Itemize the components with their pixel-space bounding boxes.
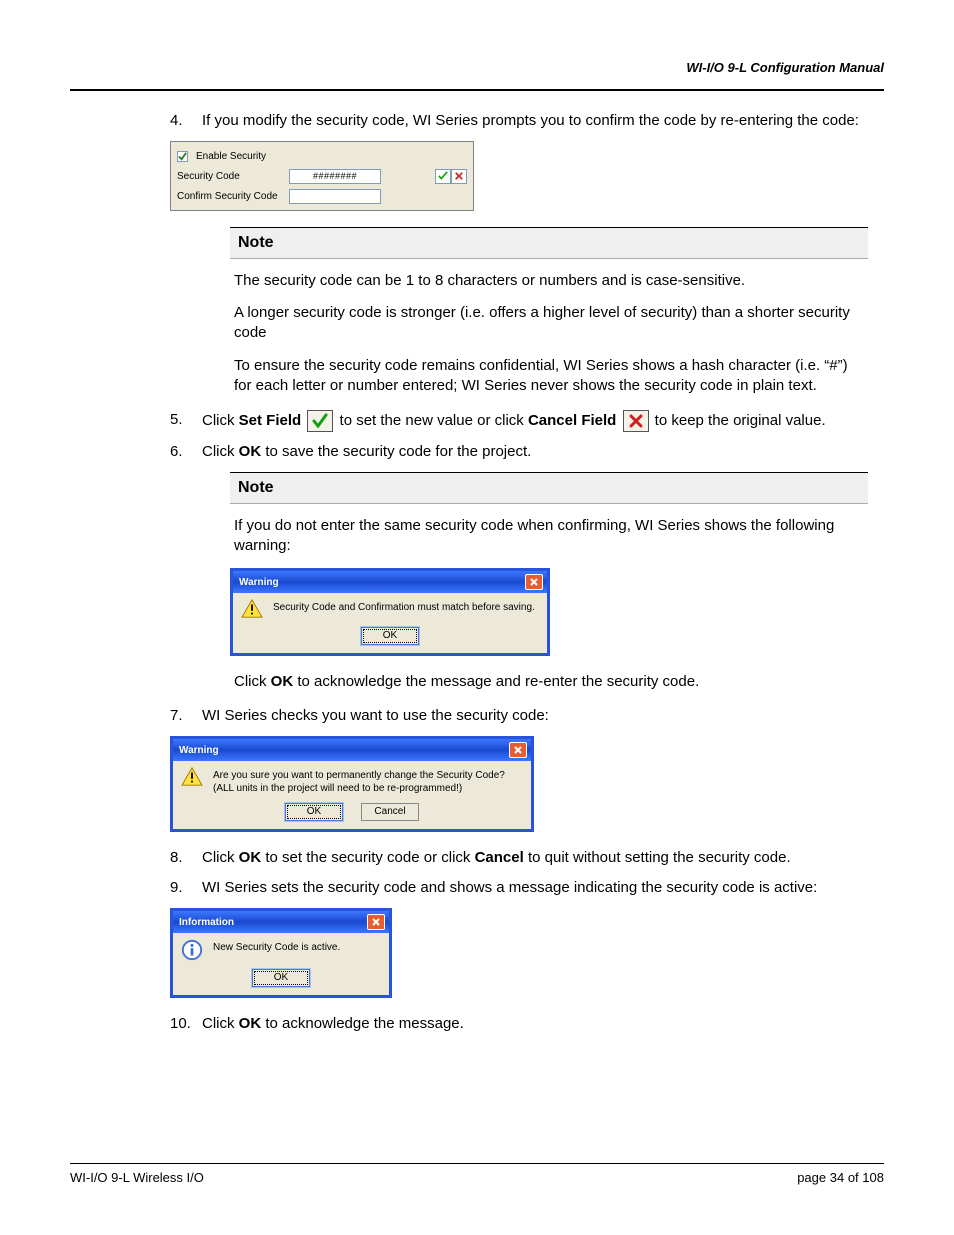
note-paragraph: To ensure the security code remains conf…	[234, 356, 868, 397]
step-6: 6. Click OK to save the security code fo…	[170, 442, 868, 462]
step-number: 10.	[170, 1014, 202, 1034]
enable-security-label: Enable Security	[196, 150, 266, 164]
cancel-field-mini-button[interactable]	[451, 169, 467, 184]
step-text: Click OK to acknowledge the message.	[202, 1014, 868, 1034]
close-icon[interactable]	[367, 914, 385, 930]
security-code-label: Security Code	[177, 170, 285, 184]
security-panel: Enable Security Security Code ########	[170, 141, 884, 211]
step-number: 8.	[170, 848, 202, 868]
dialog-message: New Security Code is active.	[213, 939, 340, 954]
step-text: Click OK to set the security code or cli…	[202, 848, 868, 868]
doc-body: 4. If you modify the security code, WI S…	[70, 111, 884, 1034]
dialog-message: Security Code and Confirmation must matc…	[273, 599, 535, 614]
cancel-button[interactable]: Cancel	[361, 803, 419, 821]
step-10: 10. Click OK to acknowledge the message.	[170, 1014, 868, 1034]
note-box-2: Note If you do not enter the same securi…	[230, 472, 868, 692]
step-text: WI Series sets the security code and sho…	[202, 878, 868, 898]
note-paragraph: Click OK to acknowledge the message and …	[234, 672, 868, 692]
doc-header: WI-I/O 9-L Configuration Manual	[70, 60, 884, 91]
step-number: 6.	[170, 442, 202, 462]
close-icon[interactable]	[525, 574, 543, 590]
note-paragraph: A longer security code is stronger (i.e.…	[234, 303, 868, 344]
step-9: 9. WI Series sets the security code and …	[170, 878, 868, 898]
close-icon[interactable]	[509, 742, 527, 758]
enable-security-checkbox[interactable]	[177, 151, 188, 162]
note-heading: Note	[230, 472, 868, 504]
warning-icon	[181, 767, 203, 787]
dialog-title: Information	[179, 916, 234, 930]
warning-icon	[241, 599, 263, 619]
checkmark-icon	[307, 410, 333, 432]
dialog-title: Warning	[239, 576, 279, 590]
confirm-security-code-input[interactable]	[289, 189, 381, 204]
step-text: WI Series checks you want to use the sec…	[202, 706, 868, 726]
note-paragraph: If you do not enter the same security co…	[234, 516, 868, 557]
dialog-title: Warning	[179, 744, 219, 758]
info-icon	[181, 939, 203, 961]
note-box-1: Note The security code can be 1 to 8 cha…	[230, 227, 868, 396]
footer-right: page 34 of 108	[797, 1170, 884, 1185]
doc-footer: WI-I/O 9-L Wireless I/O page 34 of 108	[70, 1163, 884, 1185]
step-4: 4. If you modify the security code, WI S…	[170, 111, 868, 131]
step-7: 7. WI Series checks you want to use the …	[170, 706, 868, 726]
step-text: Click Set Field to set the new value or …	[202, 410, 868, 432]
ok-button[interactable]: OK	[252, 969, 310, 987]
dialog-message: Are you sure you want to permanently cha…	[213, 767, 505, 795]
ok-button[interactable]: OK	[285, 803, 343, 821]
step-8: 8. Click OK to set the security code or …	[170, 848, 868, 868]
warning-dialog-confirm: Warning Are you sure you want to permane…	[170, 736, 884, 832]
footer-left: WI-I/O 9-L Wireless I/O	[70, 1170, 204, 1185]
security-code-input[interactable]: ########	[289, 169, 381, 184]
information-dialog: Information New Security Code is active.	[170, 908, 884, 998]
note-paragraph: The security code can be 1 to 8 characte…	[234, 271, 868, 291]
step-5: 5. Click Set Field to set the new value …	[170, 410, 868, 432]
step-number: 7.	[170, 706, 202, 726]
step-text: If you modify the security code, WI Seri…	[202, 111, 868, 131]
set-field-mini-button[interactable]	[435, 169, 451, 184]
note-heading: Note	[230, 227, 868, 259]
x-icon	[623, 410, 649, 432]
step-number: 9.	[170, 878, 202, 898]
step-text: Click OK to save the security code for t…	[202, 442, 868, 462]
step-number: 5.	[170, 410, 202, 432]
ok-button[interactable]: OK	[361, 627, 419, 645]
step-number: 4.	[170, 111, 202, 131]
confirm-security-code-label: Confirm Security Code	[177, 190, 285, 204]
warning-dialog-mismatch: Warning Security Code and Confirmation m…	[230, 568, 550, 656]
